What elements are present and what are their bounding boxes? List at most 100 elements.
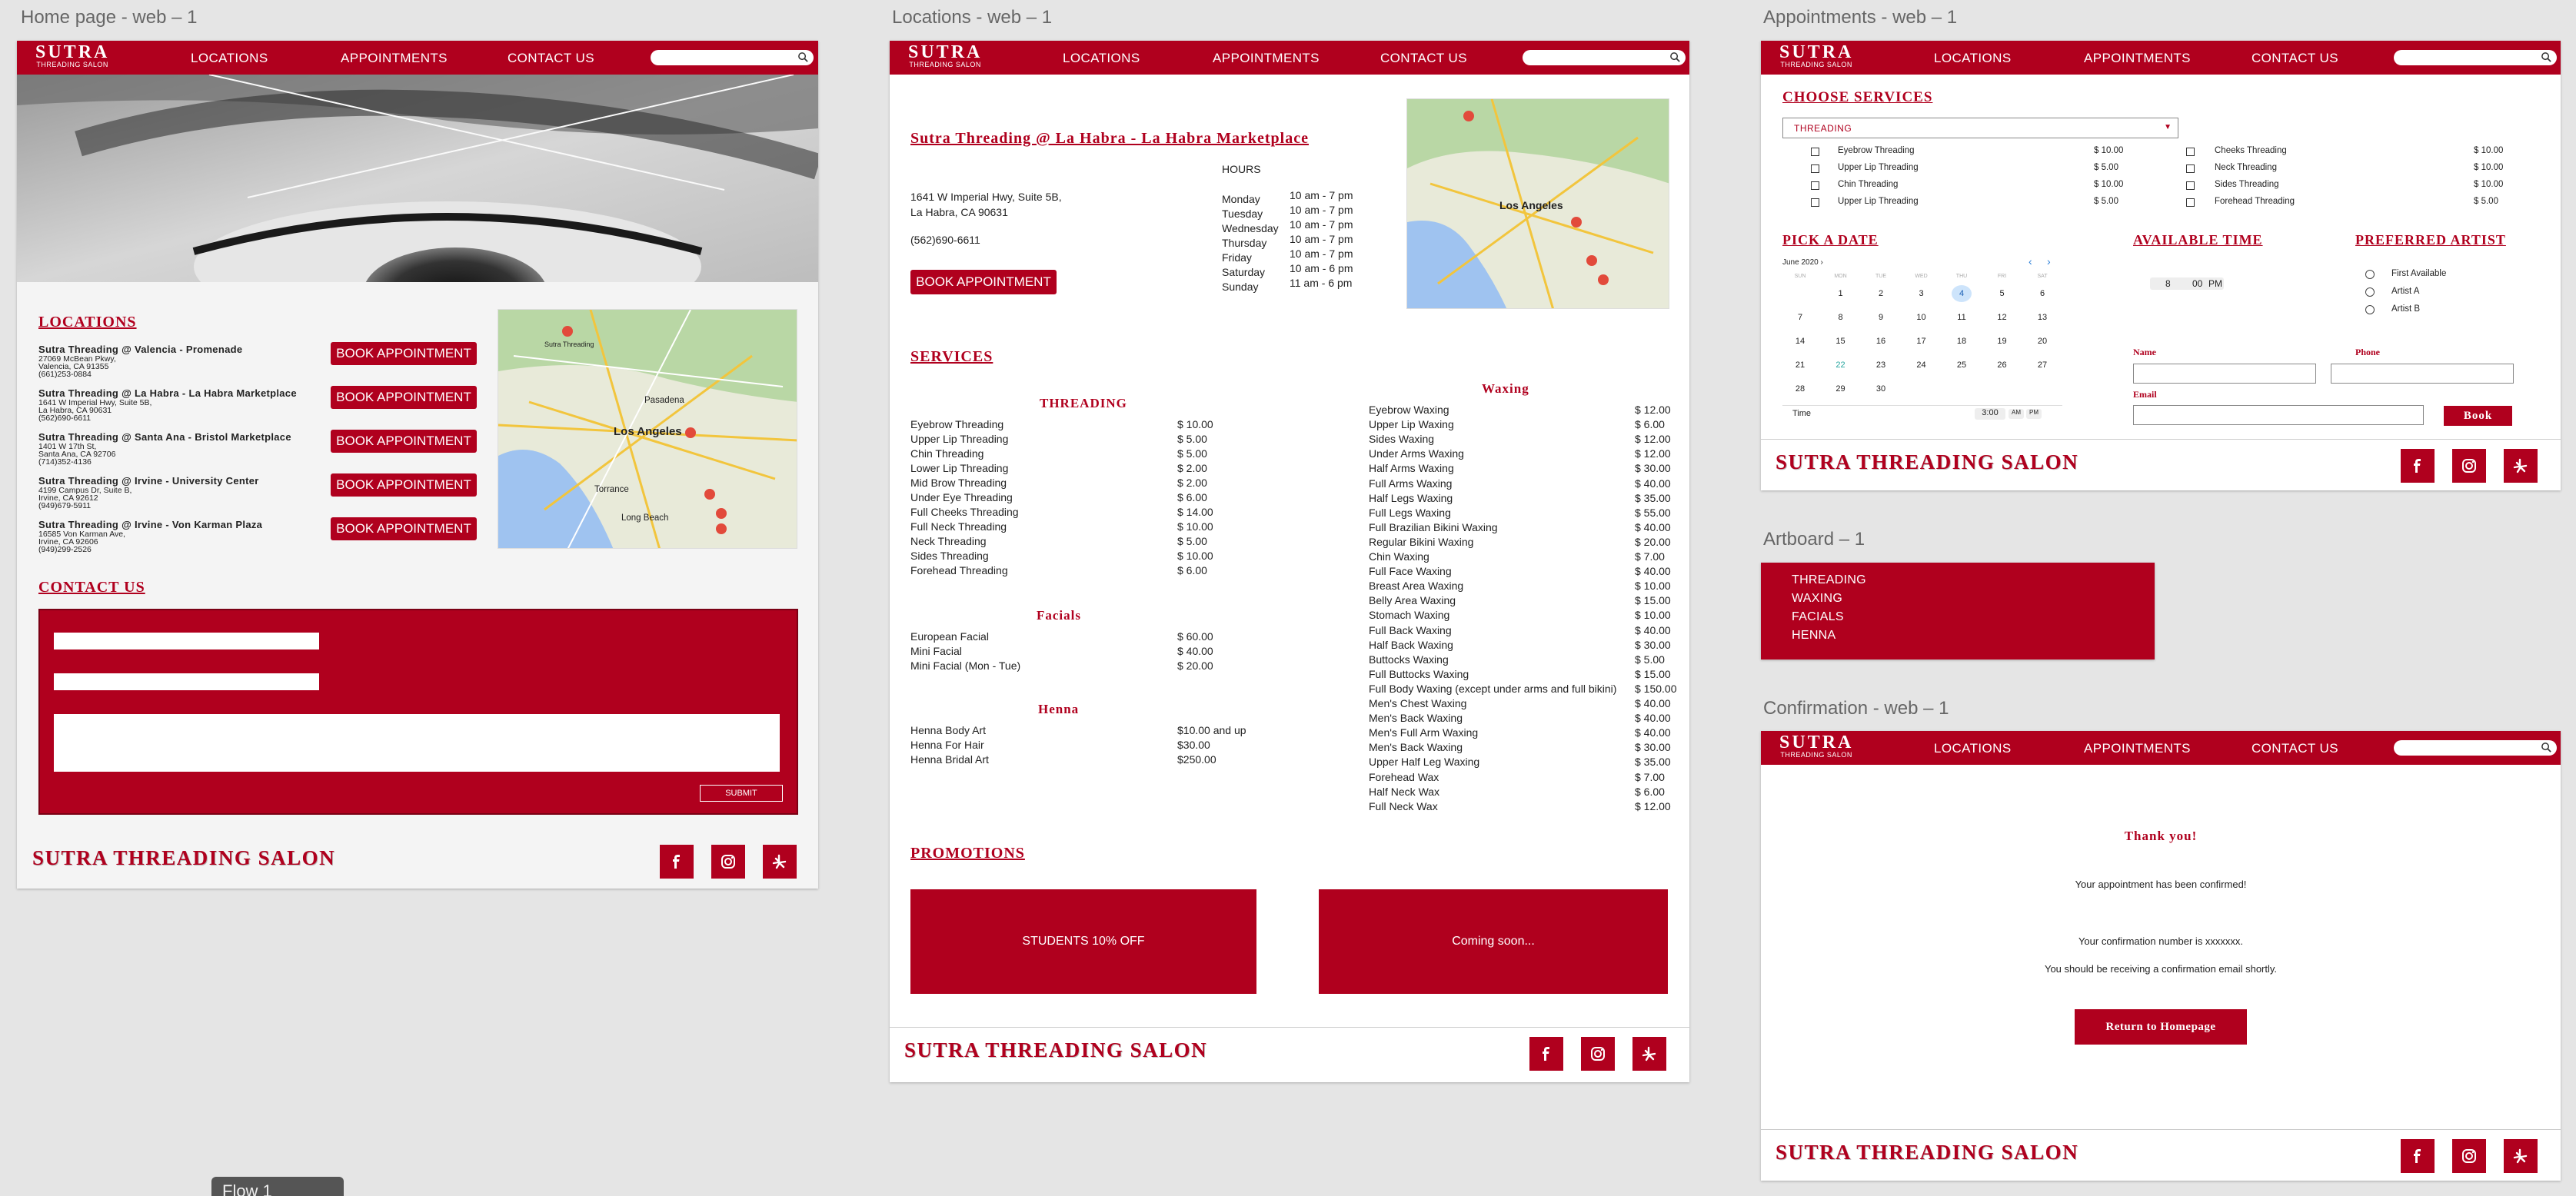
nav-appointments[interactable]: APPOINTMENTS <box>1213 51 1320 66</box>
calendar-day[interactable]: 29 <box>1831 384 1851 394</box>
am-toggle[interactable]: AM <box>2009 409 2024 419</box>
calendar-day[interactable]: 9 <box>1871 313 1891 322</box>
nav-appointments[interactable]: APPOINTMENTS <box>341 51 448 66</box>
calendar-day[interactable]: 26 <box>1992 360 2012 370</box>
brand-logo[interactable]: SUTRA THREADING SALON <box>908 43 982 68</box>
service-checkbox[interactable] <box>1811 198 1819 207</box>
time-input[interactable]: 3:00 <box>1975 408 2005 420</box>
book-appointment-button[interactable]: BOOK APPOINTMENT <box>331 517 477 540</box>
nav-locations[interactable]: LOCATIONS <box>1934 741 2012 756</box>
name-field[interactable] <box>2133 364 2316 384</box>
service-checkbox[interactable] <box>2186 164 2195 173</box>
search-icon[interactable] <box>1669 51 1681 63</box>
time-picker[interactable]: 8 00 PM <box>2150 256 2224 313</box>
service-checkbox[interactable] <box>2186 181 2195 190</box>
location-name[interactable]: Sutra Threading @ Irvine - University Ce… <box>38 475 259 487</box>
nav-contact-us[interactable]: CONTACT US <box>1380 51 1467 66</box>
dropdown-item[interactable]: HENNA <box>1792 629 1836 643</box>
picker-ampm[interactable]: PM <box>2208 278 2222 289</box>
nav-appointments[interactable]: APPOINTMENTS <box>2084 741 2191 756</box>
instagram-icon[interactable] <box>2452 1139 2486 1173</box>
search-input[interactable] <box>1523 50 1686 65</box>
service-checkbox[interactable] <box>1811 181 1819 190</box>
book-button[interactable]: Book <box>2444 406 2512 426</box>
service-checkbox[interactable] <box>2186 198 2195 207</box>
picker-hour[interactable]: 8 <box>2165 278 2171 289</box>
calendar-day[interactable]: 16 <box>1871 337 1891 346</box>
facebook-icon[interactable] <box>660 845 694 879</box>
yelp-icon[interactable] <box>763 845 797 879</box>
artist-radio[interactable] <box>2365 305 2375 314</box>
instagram-icon[interactable] <box>1581 1037 1615 1071</box>
facebook-icon[interactable] <box>1529 1037 1563 1071</box>
calendar-day[interactable]: 27 <box>2032 360 2052 370</box>
yelp-icon[interactable] <box>2504 1139 2538 1173</box>
book-appointment-button[interactable]: BOOK APPOINTMENT <box>331 342 477 365</box>
contact-email-field[interactable] <box>54 673 319 690</box>
brand-logo[interactable]: SUTRA THREADING SALON <box>1779 43 1853 68</box>
artist-radio[interactable] <box>2365 287 2375 297</box>
location-map[interactable]: Los Angeles <box>1406 98 1669 309</box>
submit-button[interactable]: SUBMIT <box>700 785 783 802</box>
calendar-day[interactable]: 15 <box>1831 337 1851 346</box>
chevron-left-icon[interactable]: ‹ <box>2029 255 2032 267</box>
book-appointment-button[interactable]: BOOK APPOINTMENT <box>910 270 1057 294</box>
yelp-icon[interactable] <box>2504 449 2538 483</box>
service-checkbox[interactable] <box>1811 148 1819 156</box>
nav-appointments[interactable]: APPOINTMENTS <box>2084 51 2191 66</box>
brand-logo[interactable]: SUTRA THREADING SALON <box>35 43 109 68</box>
picker-minute[interactable]: 00 <box>2192 278 2202 289</box>
calendar-day[interactable]: 8 <box>1831 313 1851 322</box>
nav-locations[interactable]: LOCATIONS <box>1063 51 1140 66</box>
contact-name-field[interactable] <box>54 633 319 649</box>
promo-coming-soon[interactable]: Coming soon... <box>1319 889 1668 994</box>
dropdown-item[interactable]: FACIALS <box>1792 610 1844 624</box>
calendar-day[interactable]: 6 <box>2032 289 2052 298</box>
calendar-day[interactable]: 7 <box>1790 313 1810 322</box>
calendar-day[interactable]: 17 <box>1912 337 1932 346</box>
calendar-day[interactable]: 10 <box>1912 313 1932 322</box>
instagram-icon[interactable] <box>711 845 745 879</box>
chevron-right-icon[interactable]: › <box>2047 255 2051 267</box>
facebook-icon[interactable] <box>2401 449 2435 483</box>
search-icon[interactable] <box>2541 742 2552 753</box>
brand-logo[interactable]: SUTRA THREADING SALON <box>1779 733 1853 759</box>
dropdown-item[interactable]: THREADING <box>1792 573 1866 587</box>
search-icon[interactable] <box>2541 51 2552 63</box>
calendar-day[interactable]: 30 <box>1871 384 1891 394</box>
book-appointment-button[interactable]: BOOK APPOINTMENT <box>331 430 477 453</box>
calendar-day[interactable]: 21 <box>1790 360 1810 370</box>
calendar-day[interactable]: 14 <box>1790 337 1810 346</box>
calendar-day[interactable]: 20 <box>2032 337 2052 346</box>
dropdown-item[interactable]: WAXING <box>1792 592 1842 606</box>
contact-message-field[interactable] <box>54 714 780 772</box>
calendar-day[interactable]: 25 <box>1952 360 1972 370</box>
search-input[interactable] <box>2394 740 2557 756</box>
email-field[interactable] <box>2133 405 2424 425</box>
home-map[interactable]: Los Angeles Pasadena Torrance Long Beach… <box>498 309 797 549</box>
calendar-day[interactable]: 1 <box>1831 289 1851 298</box>
location-name[interactable]: Sutra Threading @ Valencia - Promenade <box>38 344 242 355</box>
calendar-day[interactable]: 12 <box>1992 313 2012 322</box>
calendar-day[interactable]: 23 <box>1871 360 1891 370</box>
search-input[interactable] <box>651 50 814 65</box>
service-category-select[interactable]: THREADING ▼ <box>1782 118 2178 138</box>
yelp-icon[interactable] <box>1632 1037 1666 1071</box>
calendar-day[interactable]: 13 <box>2032 313 2052 322</box>
facebook-icon[interactable] <box>2401 1139 2435 1173</box>
pm-toggle[interactable]: PM <box>2026 409 2042 419</box>
calendar-day[interactable]: 28 <box>1790 384 1810 394</box>
calendar-day[interactable]: 11 <box>1952 313 1972 322</box>
calendar-day[interactable]: 24 <box>1912 360 1932 370</box>
calendar-day[interactable]: 4 <box>1952 285 1972 302</box>
calendar-day[interactable]: 19 <box>1992 337 2012 346</box>
instagram-icon[interactable] <box>2452 449 2486 483</box>
phone-field[interactable] <box>2331 364 2514 384</box>
calendar-day[interactable]: 18 <box>1952 337 1972 346</box>
return-homepage-button[interactable]: Return to Homepage <box>2075 1009 2247 1045</box>
flow-label[interactable]: Flow 1 <box>211 1177 344 1196</box>
location-name[interactable]: Sutra Threading @ La Habra - La Habra Ma… <box>38 387 297 399</box>
nav-contact-us[interactable]: CONTACT US <box>508 51 594 66</box>
calendar-day[interactable]: 22 <box>1831 360 1851 370</box>
artist-radio[interactable] <box>2365 270 2375 279</box>
